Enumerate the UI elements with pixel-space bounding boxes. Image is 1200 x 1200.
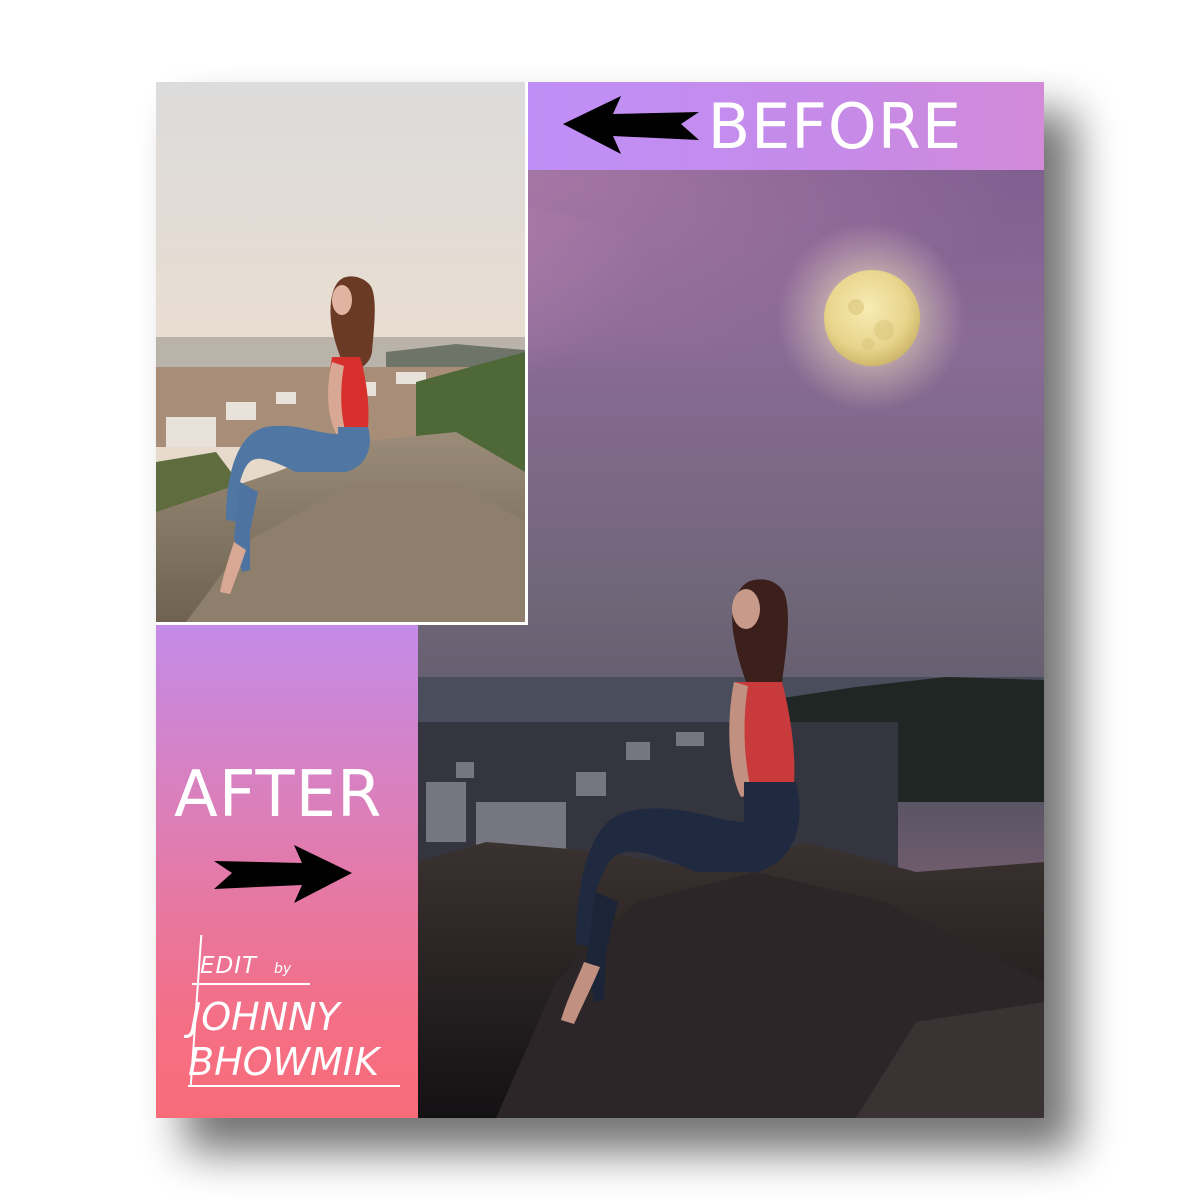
before-photo — [156, 82, 528, 625]
before-banner: BEFORE — [528, 82, 1044, 170]
credit-divider-short — [192, 983, 310, 985]
arrow-right-icon — [214, 845, 352, 903]
credit-edit-text: EDIT — [200, 953, 258, 979]
credit-by-text: by — [274, 961, 292, 977]
credit-first-name: JOHNNY — [190, 995, 340, 1039]
credit-last-name: BHOWMIK — [188, 1040, 380, 1084]
before-after-card: BEFORE AFTER EDIT by JOHNNY BHOWMIK — [156, 82, 1044, 1118]
arrow-left-icon — [563, 96, 699, 154]
before-photo-image — [156, 82, 525, 622]
after-panel: AFTER EDIT by JOHNNY BHOWMIK — [156, 625, 418, 1118]
after-label: AFTER — [174, 758, 383, 832]
credit-divider-long — [188, 1085, 400, 1087]
before-label: BEFORE — [707, 90, 962, 163]
edit-credit: EDIT by JOHNNY BHOWMIK — [178, 935, 408, 1095]
